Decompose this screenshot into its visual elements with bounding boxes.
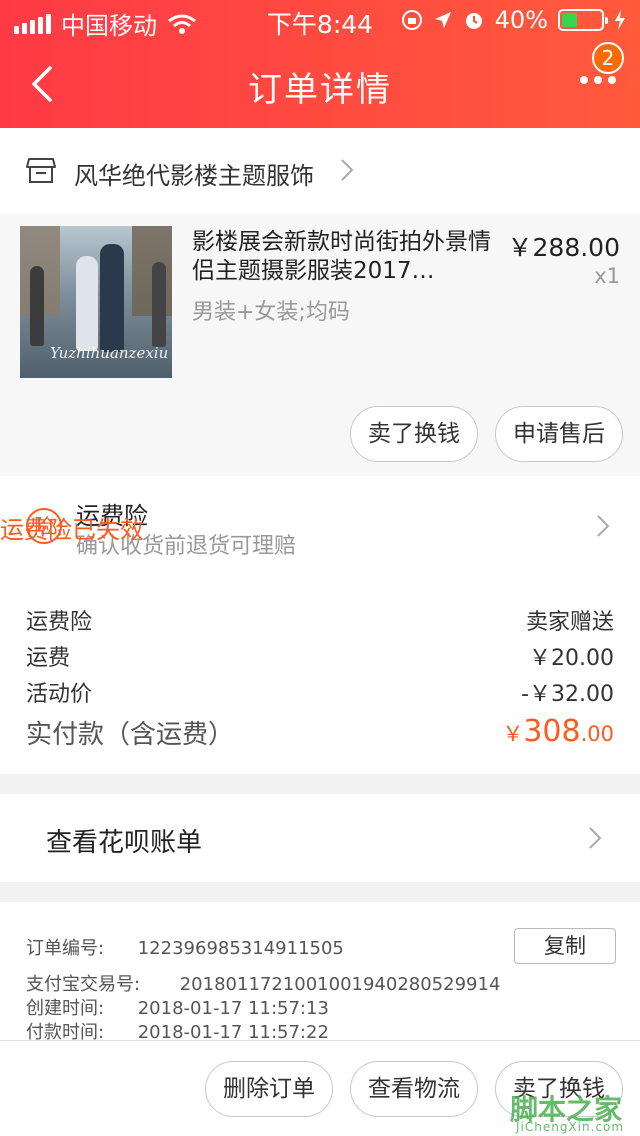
order-info: 订单编号: 122396985314911505 复制 支付宝交易号: 2018… <box>0 902 640 1042</box>
battery-icon <box>558 9 608 31</box>
product-item[interactable]: Yuzhihuanzexiu 影楼展会新款时尚街拍外景情侣主题摄影服装2017…… <box>0 214 640 476</box>
created-time-label: 创建时间: <box>26 998 105 1019</box>
product-price: ￥288.00 <box>507 233 620 262</box>
alarm-icon <box>465 13 482 29</box>
huabei-label: 查看花呗账单 <box>46 828 203 858</box>
nav-bar: 订单详情 2 <box>0 40 640 128</box>
page-title: 订单详情 <box>248 70 392 110</box>
after-sales-button[interactable]: 申请售后 <box>495 406 623 462</box>
chevron-right-icon <box>597 515 610 537</box>
total-row: 实付款（含运费） ￥308.00 <box>26 714 614 751</box>
summary-row: 运费险 卖家赠送 <box>26 604 614 636</box>
total-label: 实付款（含运费） <box>26 720 235 750</box>
paid-time-label: 付款时间: <box>26 1022 105 1042</box>
order-number-label: 订单编号: <box>26 938 105 959</box>
status-bar: 中国移动 下午8:44 40% <box>0 0 640 40</box>
summary-label: 运费险 <box>26 610 93 635</box>
summary-label: 运费 <box>26 646 71 671</box>
shop-row[interactable]: 风华绝代影楼主题服饰 <box>0 128 640 214</box>
total-decimal: .00 <box>580 722 614 746</box>
total-amount: ￥308.00 <box>502 714 614 749</box>
delete-order-button[interactable]: 删除订单 <box>205 1061 333 1117</box>
paid-time-row: 付款时间: 2018-01-17 11:57:22 <box>26 1018 329 1042</box>
alipay-trade-number: 2018011721001001940280529914 <box>179 974 501 995</box>
total-currency: ￥ <box>502 722 524 746</box>
product-title: 影楼展会新款时尚街拍外景情侣主题摄影服装2017… <box>192 229 491 284</box>
created-time: 2018-01-17 11:57:13 <box>137 998 329 1019</box>
location-icon <box>434 12 451 28</box>
huabei-bill-row[interactable]: 查看花呗账单 <box>0 794 640 882</box>
image-signature: Yuzhihuanzexiu <box>50 344 169 362</box>
chevron-right-icon <box>589 827 602 849</box>
alipay-trade-label: 支付宝交易号: <box>26 974 141 995</box>
watermark-site: JiChengXin.com <box>516 1120 625 1134</box>
notification-badge: 2 <box>592 42 624 74</box>
shop-name: 风华绝代影楼主题服饰 <box>74 162 314 190</box>
copy-button[interactable]: 复制 <box>514 928 616 964</box>
created-time-row: 创建时间: 2018-01-17 11:57:13 <box>26 994 329 1020</box>
product-spec: 男装+女装;均码 <box>192 300 350 325</box>
alipay-trade-row: 支付宝交易号: 2018011721001001940280529914 <box>26 970 500 996</box>
total-integer: 308 <box>523 714 581 749</box>
shop-icon <box>26 158 56 183</box>
watermark-logo: 脚本之家 JiChengXin.com <box>510 1084 630 1134</box>
summary-value: 卖家赠送 <box>525 610 614 635</box>
order-number: 122396985314911505 <box>137 938 344 959</box>
charging-icon <box>615 10 625 30</box>
summary-row: 运费 ￥20.00 <box>26 640 614 672</box>
insurance-status: 运费险已失效 <box>0 516 144 544</box>
summary-row: 活动价 -￥32.00 <box>26 676 614 708</box>
header: 中国移动 下午8:44 40% 订单详情 2 <box>0 0 640 128</box>
paid-time: 2018-01-17 11:57:22 <box>137 1022 329 1042</box>
more-icon[interactable] <box>580 76 616 84</box>
product-quantity: x1 <box>594 264 620 288</box>
summary-value: ￥20.00 <box>529 646 614 671</box>
view-logistics-button[interactable]: 查看物流 <box>350 1061 478 1117</box>
battery-percent: 40% <box>494 6 548 34</box>
sell-resell-button[interactable]: 卖了换钱 <box>350 406 478 462</box>
summary-value: -￥32.00 <box>521 682 614 707</box>
shipping-insurance-row[interactable]: 险 运费险 确认收货前退货可理赔 运费险已失效 <box>0 476 640 576</box>
price-summary: 运费险 卖家赠送 运费 ￥20.00 活动价 -￥32.00 实付款（含运费） … <box>0 576 640 774</box>
chevron-right-icon <box>341 159 354 181</box>
rotation-lock-icon <box>401 10 422 30</box>
product-image[interactable]: Yuzhihuanzexiu <box>20 226 172 378</box>
summary-label: 活动价 <box>26 682 93 707</box>
order-number-row: 订单编号: 122396985314911505 <box>26 934 344 960</box>
